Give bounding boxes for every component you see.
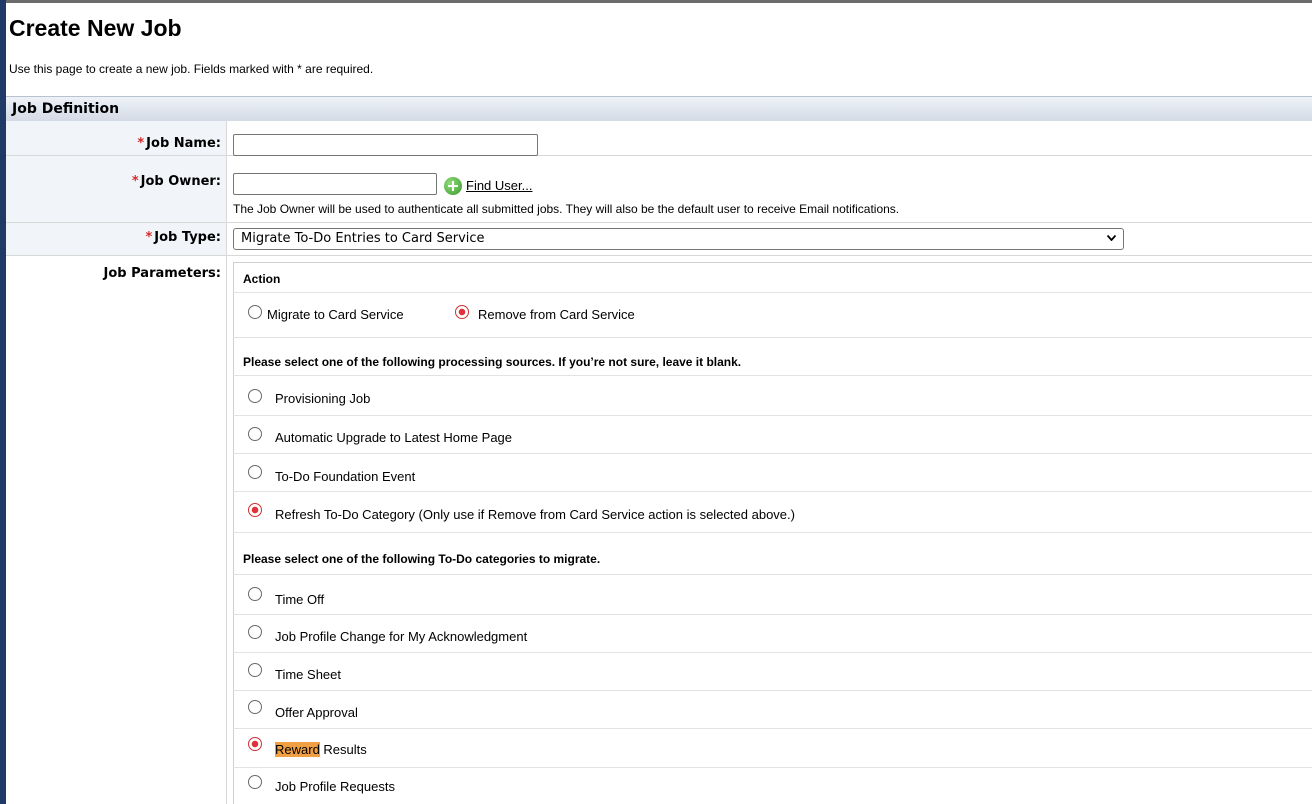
radio-refresh-todo-category[interactable] [248,503,262,517]
param-divider [233,652,1312,653]
row-divider [6,222,1312,223]
param-divider [233,453,1312,454]
param-divider [233,690,1312,691]
radio-job-profile-requests[interactable] [248,775,262,789]
option-label: Provisioning Job [275,391,371,406]
option-label: Refresh To-Do Category (Only use if Remo… [275,507,795,522]
required-marker: * [145,230,153,245]
row-divider [6,255,1312,256]
job-parameters-label: Job Parameters: [103,266,221,281]
param-divider [233,767,1312,768]
option-label: Job Profile Change for My Acknowledgment [275,629,528,644]
option-label: Migrate to Card Service [267,307,404,322]
param-divider [233,728,1312,729]
section-header-job-definition: Job Definition [6,96,1312,121]
find-user-link[interactable]: Find User... [466,178,532,193]
param-divider [233,532,1312,533]
action-heading: Action [243,272,281,286]
option-label: To-Do Foundation Event [275,469,416,484]
param-divider [233,337,1312,338]
radio-todo-foundation-event[interactable] [248,465,262,479]
option-label: Time Sheet [275,667,341,682]
job-name-label: * Job Name: [137,136,221,151]
option-label: Offer Approval [275,705,358,720]
required-marker: * [137,136,145,151]
radio-migrate-to-card-service[interactable] [248,305,262,319]
add-user-icon[interactable] [444,177,462,195]
job-owner-label: * Job Owner: [131,174,221,189]
radio-remove-from-card-service[interactable] [455,305,469,319]
chevron-down-icon [1107,235,1116,241]
column-divider [226,121,227,804]
option-label: Time Off [275,592,325,607]
job-type-label: * Job Type: [145,230,221,245]
row-divider [6,155,1312,156]
param-divider [233,491,1312,492]
search-highlight: Reward [275,742,320,757]
job-owner-input[interactable] [233,173,437,195]
radio-reward-results[interactable] [248,737,262,751]
required-marker: * [131,174,139,189]
sources-heading: Please select one of the following proce… [243,355,742,369]
job-owner-help: The Job Owner will be used to authentica… [233,202,900,216]
option-label: Job Profile Requests [275,779,395,794]
option-label: Remove from Card Service [478,307,635,322]
param-divider [233,375,1312,376]
page-instructions: Use this page to create a new job. Field… [9,62,374,76]
label-column [6,256,226,804]
option-label: Reward Results [275,742,367,757]
top-border [6,0,1312,3]
radio-job-profile-change[interactable] [248,625,262,639]
radio-time-sheet[interactable] [248,663,262,677]
option-label: Automatic Upgrade to Latest Home Page [275,430,513,445]
job-parameters-panel [233,262,1312,804]
radio-time-off[interactable] [248,587,262,601]
radio-offer-approval[interactable] [248,700,262,714]
param-divider [233,574,1312,575]
job-type-selected-value: Migrate To-Do Entries to Card Service [241,231,485,246]
job-type-select[interactable]: Migrate To-Do Entries to Card Service [233,228,1124,250]
param-divider [233,614,1312,615]
param-divider [233,415,1312,416]
page-title: Create New Job [9,15,182,41]
categories-heading: Please select one of the following To-Do… [243,552,601,566]
param-divider [233,292,1312,293]
job-name-input[interactable] [233,134,538,156]
radio-automatic-upgrade[interactable] [248,427,262,441]
radio-provisioning-job[interactable] [248,389,262,403]
